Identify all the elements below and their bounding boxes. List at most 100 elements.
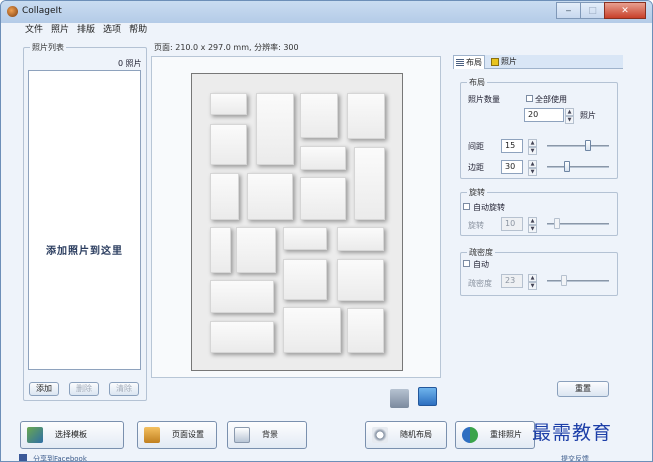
- menu-photo[interactable]: 照片: [51, 23, 69, 38]
- spacing-slider-track[interactable]: [547, 145, 609, 147]
- auto-density-checkbox[interactable]: [463, 260, 470, 267]
- collage-page[interactable]: [191, 73, 403, 371]
- spacing-label: 间距: [468, 142, 484, 151]
- density-stepper[interactable]: ▲ ▼: [528, 274, 537, 290]
- rotate-input[interactable]: 10: [501, 217, 523, 231]
- reset-button[interactable]: 重置: [557, 381, 609, 397]
- density-input[interactable]: 23: [501, 274, 523, 288]
- rearrange-photos-button[interactable]: 重排照片: [455, 421, 535, 449]
- photo-slot[interactable]: [347, 93, 385, 139]
- menu-layout[interactable]: 排版: [77, 23, 95, 38]
- photo-slot[interactable]: [210, 124, 247, 165]
- delete-button[interactable]: 删除: [69, 382, 99, 396]
- photo-slot[interactable]: [300, 177, 346, 220]
- tab-photo[interactable]: 照片: [489, 55, 523, 69]
- zoom-fit-icon[interactable]: [418, 387, 437, 406]
- photo-slot[interactable]: [210, 93, 247, 115]
- tab-layout[interactable]: 布局: [453, 55, 485, 69]
- share-facebook-link[interactable]: 分享到Facebook: [33, 454, 87, 461]
- maximize-button[interactable]: □: [580, 2, 605, 19]
- spacing-stepper[interactable]: ▲ ▼: [528, 139, 537, 155]
- photo-slot[interactable]: [283, 307, 341, 353]
- photo-icon: [491, 58, 499, 66]
- photo-slot[interactable]: [337, 259, 384, 301]
- title-bar: CollageIt ‒ □ ✕: [1, 1, 652, 23]
- margin-stepper[interactable]: ▲ ▼: [528, 160, 537, 176]
- photo-slot[interactable]: [210, 321, 274, 353]
- photo-count-label: 照片数量: [468, 95, 500, 104]
- rotate-label: 旋转: [468, 221, 484, 230]
- photo-slot[interactable]: [210, 280, 274, 313]
- menu-help[interactable]: 帮助: [129, 23, 147, 38]
- background-icon: [234, 427, 250, 443]
- close-button[interactable]: ✕: [604, 2, 646, 19]
- minimize-button[interactable]: ‒: [556, 2, 581, 19]
- photo-slot[interactable]: [283, 227, 327, 250]
- tab-photo-label: 照片: [501, 57, 517, 66]
- feedback-link[interactable]: 提交反馈: [561, 454, 589, 461]
- photo-unit-label: 照片: [580, 111, 596, 120]
- page-setup-icon: [144, 427, 160, 443]
- layout-icon: [456, 59, 464, 67]
- tab-layout-label: 布局: [466, 58, 482, 67]
- margin-slider-track[interactable]: [547, 166, 609, 168]
- auto-rotate-checkbox[interactable]: [463, 203, 470, 210]
- menu-file[interactable]: 文件: [25, 23, 43, 38]
- page-info: 页面: 210.0 x 297.0 mm, 分辨率: 300: [154, 43, 299, 52]
- layout-group-title: 布局: [467, 77, 487, 88]
- window-title: CollageIt: [22, 6, 62, 16]
- page-setup-button[interactable]: 页面设置: [137, 421, 217, 449]
- choose-template-button[interactable]: 选择模板: [20, 421, 124, 449]
- background-button[interactable]: 背景: [227, 421, 307, 449]
- status-bar: 分享到Facebook 提交反馈: [1, 454, 652, 461]
- photo-count-input[interactable]: 20: [524, 108, 564, 122]
- photo-list[interactable]: 添加照片到这里: [28, 70, 141, 370]
- rotate-stepper[interactable]: ▲ ▼: [528, 217, 537, 233]
- rearrange-icon: [462, 427, 478, 443]
- random-layout-button[interactable]: 随机布局: [365, 421, 447, 449]
- photo-slot[interactable]: [247, 173, 293, 220]
- photo-slot[interactable]: [337, 227, 384, 251]
- fit-page-icon[interactable]: [390, 389, 409, 408]
- photo-slot[interactable]: [283, 259, 327, 300]
- random-layout-label: 随机布局: [400, 430, 432, 439]
- template-icon: [27, 427, 43, 443]
- auto-rotate-label: 自动旋转: [473, 203, 505, 212]
- menu-options[interactable]: 选项: [103, 23, 121, 38]
- watermark-text: 最需教育: [532, 422, 613, 444]
- photo-slot[interactable]: [354, 147, 385, 220]
- photo-count-text: 0 照片: [118, 59, 142, 68]
- app-logo-icon: [7, 6, 18, 17]
- add-button[interactable]: 添加: [29, 382, 59, 396]
- rotate-slider-thumb[interactable]: [554, 218, 560, 229]
- use-all-label: 全部使用: [535, 95, 567, 104]
- auto-density-label: 自动: [473, 260, 489, 269]
- photo-count-stepper[interactable]: ▲ ▼: [565, 108, 574, 124]
- spacing-slider-thumb[interactable]: [585, 140, 591, 151]
- settings-tabs: 布局 照片: [453, 55, 623, 69]
- page-setup-label: 页面设置: [172, 430, 204, 439]
- photo-slot[interactable]: [236, 227, 276, 273]
- menu-bar: 文件 照片 排版 选项 帮助: [1, 23, 652, 38]
- background-label: 背景: [262, 430, 278, 439]
- rotation-group-title: 旋转: [467, 187, 487, 198]
- use-all-checkbox[interactable]: [526, 95, 533, 102]
- clear-button[interactable]: 清除: [109, 382, 139, 396]
- photo-slot[interactable]: [300, 93, 338, 138]
- random-layout-icon: [372, 427, 388, 443]
- choose-template-label: 选择模板: [55, 430, 87, 439]
- density-label: 疏密度: [468, 279, 492, 288]
- margin-input[interactable]: 30: [501, 160, 523, 174]
- density-slider-track[interactable]: [547, 280, 609, 282]
- add-photos-placeholder: 添加照片到这里: [46, 246, 123, 257]
- app-window: CollageIt ‒ □ ✕ 文件 照片 排版 选项 帮助 照片列表 0 照片…: [0, 0, 653, 462]
- photo-slot[interactable]: [256, 93, 294, 165]
- photo-slot[interactable]: [210, 227, 231, 273]
- rearrange-photos-label: 重排照片: [490, 430, 522, 439]
- photo-slot[interactable]: [210, 173, 239, 220]
- density-slider-thumb[interactable]: [561, 275, 567, 286]
- spacing-input[interactable]: 15: [501, 139, 523, 153]
- margin-slider-thumb[interactable]: [564, 161, 570, 172]
- photo-slot[interactable]: [347, 308, 384, 353]
- photo-slot[interactable]: [300, 146, 346, 170]
